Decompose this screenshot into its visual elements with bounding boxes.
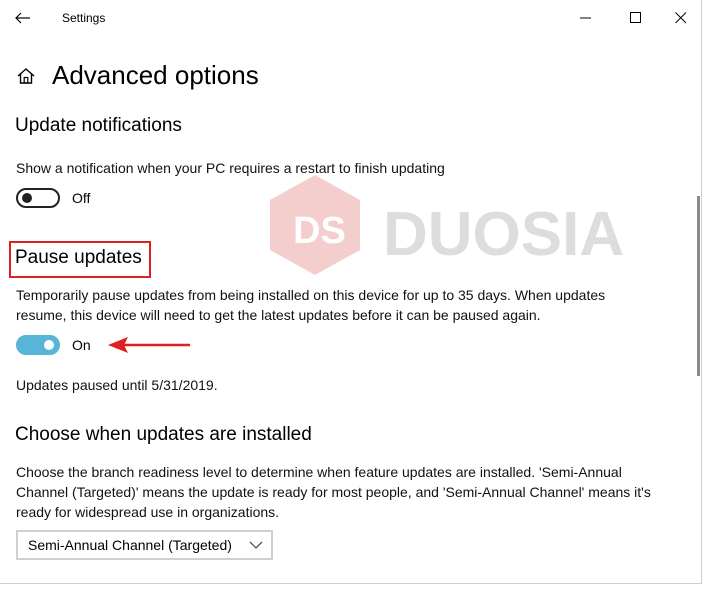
pause-updates-heading: Pause updates <box>15 247 142 268</box>
red-arrow-icon <box>108 337 190 353</box>
toggle-knob <box>44 340 54 350</box>
chevron-down-icon <box>249 541 263 549</box>
page-title: Advanced options <box>52 60 259 90</box>
back-arrow-icon <box>15 12 30 24</box>
branch-description-line2: Channel (Targeted)' means the update is … <box>16 484 651 500</box>
close-icon <box>675 12 687 24</box>
watermark-logo-text: DS <box>293 210 346 252</box>
branch-description-line3: ready for widespread use in organization… <box>16 504 280 520</box>
pause-description-line1: Temporarily pause updates from being ins… <box>16 287 606 303</box>
vertical-scrollbar[interactable] <box>697 36 701 556</box>
pause-status-text: Updates paused until 5/31/2019. <box>16 377 218 393</box>
duosia-watermark: DS DUOSIA <box>265 175 665 275</box>
watermark-brand-text: DUOSIA <box>383 200 624 269</box>
toggle-knob <box>22 193 32 203</box>
title-bar: Settings <box>0 0 701 36</box>
close-button[interactable] <box>658 0 701 36</box>
scrollbar-thumb[interactable] <box>697 196 700 376</box>
update-notifications-heading: Update notifications <box>15 115 182 136</box>
minimize-button[interactable] <box>563 0 609 36</box>
branch-heading: Choose when updates are installed <box>15 424 312 445</box>
settings-window: Settings Advanced options Update notific… <box>0 0 702 584</box>
window-title: Settings <box>62 11 106 25</box>
dropdown-selected-value: Semi-Annual Channel (Targeted) <box>28 537 232 553</box>
branch-readiness-dropdown[interactable]: Semi-Annual Channel (Targeted) <box>16 530 273 560</box>
minimize-icon <box>580 17 591 19</box>
pause-toggle-label: On <box>72 337 91 353</box>
home-icon[interactable] <box>16 66 36 86</box>
maximize-icon <box>630 12 641 23</box>
branch-description-line1: Choose the branch readiness level to det… <box>16 464 622 480</box>
notifications-toggle[interactable] <box>16 188 60 208</box>
maximize-button[interactable] <box>613 0 659 36</box>
back-button[interactable] <box>10 8 36 28</box>
notifications-toggle-label: Off <box>72 190 91 206</box>
pause-description-line2: resume, this device will need to get the… <box>16 307 541 323</box>
pause-updates-toggle[interactable] <box>16 335 60 355</box>
